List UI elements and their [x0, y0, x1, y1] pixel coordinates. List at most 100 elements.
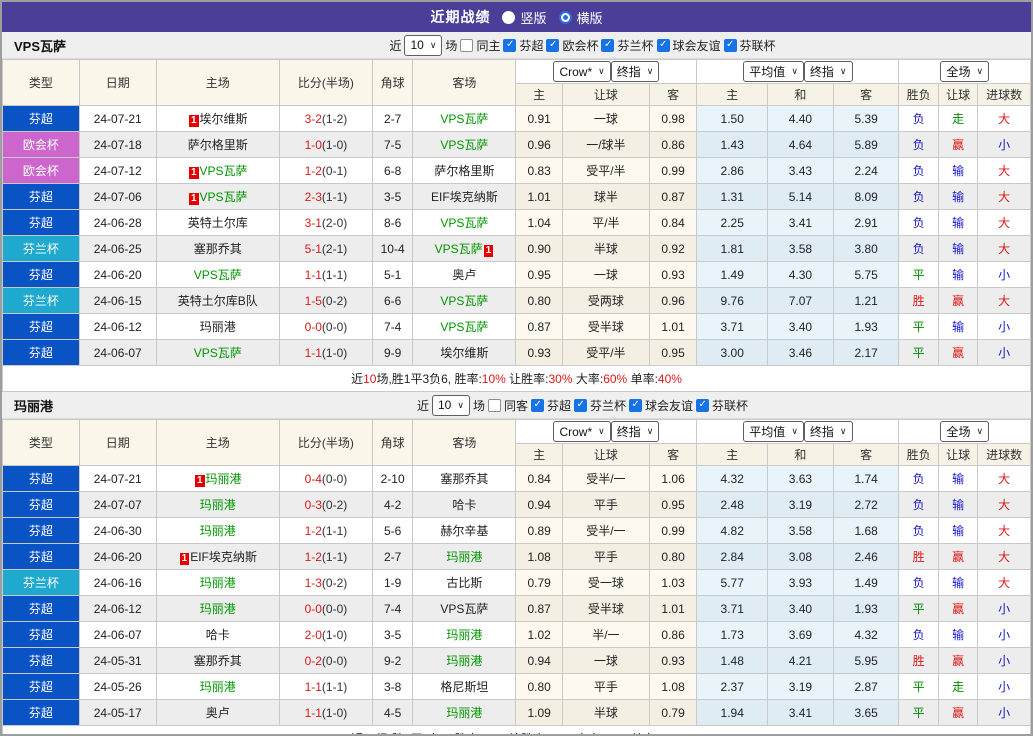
avg-home-cell: 3.71 [696, 313, 769, 340]
date-cell: 24-06-25 [78, 235, 157, 262]
chevron-down-icon: ∨ [598, 426, 605, 437]
result-handicap-cell: 输 [937, 465, 979, 492]
avg-stage-select[interactable]: 终指 ∨ [803, 61, 853, 82]
halftime-score: (0-0) [321, 653, 348, 668]
same-away-checkbox[interactable] [487, 398, 501, 412]
banner: 近期战绩 竖版 横版 [2, 2, 1031, 32]
summary-text: 场,胜1平3负6, 胜率: [376, 372, 482, 386]
avg-draw-cell: 3.41 [767, 209, 834, 236]
halftime-score: (0-0) [321, 601, 348, 616]
view-option-vertical[interactable]: 竖版 [502, 8, 547, 27]
league-cell: 芬超 [2, 183, 80, 210]
date-cell: 24-07-12 [78, 157, 157, 184]
result-handicap-cell: 赢 [937, 595, 979, 622]
avg-draw-cell: 3.19 [767, 491, 834, 518]
handicap-cell: 球半 [561, 183, 650, 210]
away-team-cell: 萨尔格里斯 [412, 157, 517, 184]
league-checkbox[interactable] [601, 38, 615, 52]
col-header-avg-home: 主 [696, 443, 769, 466]
away-team-cell: VPS瓦萨 1 [412, 235, 517, 262]
result-goals-cell: 大 [977, 465, 1031, 492]
odds-source-select[interactable]: Crow* ∨ [553, 61, 611, 83]
home-team-cell: 玛丽港 [155, 569, 280, 596]
result-handicap-cell: 走 [937, 673, 979, 700]
home-team-cell: 塞那乔其 [155, 647, 280, 674]
near-count-select[interactable]: 10 ∨ [404, 34, 443, 56]
home-team-cell: 1 VPS瓦萨 [155, 183, 280, 210]
league-checkbox[interactable] [696, 398, 710, 412]
result-handicap-cell: 输 [937, 517, 979, 544]
select-value: 终指 [616, 64, 641, 79]
select-value: 10 [410, 38, 424, 52]
avg-away-cell: 1.68 [832, 517, 900, 544]
team-name: VPS瓦萨 [199, 190, 248, 204]
avg-draw-cell: 5.14 [767, 183, 834, 210]
halftime-score: (1-1) [321, 189, 348, 204]
avg-away-cell: 2.17 [832, 339, 900, 366]
league-checkbox[interactable] [723, 38, 737, 52]
near-count-select[interactable]: 10 ∨ [431, 394, 470, 416]
odds-away-cell: 0.86 [648, 621, 698, 648]
team-name: VPS瓦萨 [440, 602, 489, 616]
chevron-down-icon: ∨ [976, 66, 984, 76]
away-team-cell: 玛丽港 [412, 647, 517, 674]
odds-stage-select[interactable]: 终指 ∨ [610, 60, 660, 82]
avg-away-cell: 5.75 [832, 261, 900, 288]
fulltime-score: 0-3 [304, 497, 322, 512]
odds-source-select[interactable]: Crow* ∨ [553, 421, 611, 443]
odds-away-cell: 1.06 [648, 465, 698, 492]
team-name: 奥卢 [452, 268, 477, 282]
league-checkbox[interactable] [503, 38, 517, 52]
result-goals-cell: 大 [977, 235, 1031, 262]
halftime-score: (0-2) [321, 293, 348, 308]
fulltime-score: 0-2 [304, 653, 322, 668]
summary-text: 大率: [572, 372, 604, 386]
odds-home-cell: 0.94 [515, 491, 563, 518]
col-header-avg-home: 主 [696, 83, 769, 106]
avg-stage-select[interactable]: 终指 ∨ [803, 421, 853, 442]
summary-text: 60% [603, 372, 628, 386]
radio-label: 横版 [576, 10, 603, 26]
away-team-cell: VPS瓦萨 [412, 105, 517, 132]
league-checkbox[interactable] [629, 398, 642, 412]
team-name: 塞那乔其 [193, 242, 242, 256]
same-home-checkbox[interactable] [460, 38, 474, 52]
league-checkbox[interactable] [530, 398, 544, 412]
same-venue-label: 同主 [476, 38, 501, 53]
result-goals-cell: 大 [977, 183, 1031, 210]
date-cell: 24-07-06 [78, 183, 157, 210]
team-name: VPS瓦萨 [193, 346, 242, 360]
view-option-horizontal[interactable]: 横版 [558, 8, 603, 27]
score-cell: 2-3(1-1) [278, 183, 373, 210]
league-cell: 芬超 [2, 647, 80, 674]
recent-results-panel: 近期战绩 竖版 横版 VPS瓦萨 近10∨场同主芬超欧会杯芬兰杯球会友谊芬联杯 … [0, 0, 1033, 736]
odds-stage-select[interactable]: 终指 ∨ [610, 420, 660, 442]
handicap-cell: 平手 [561, 543, 650, 570]
scope-select[interactable]: 全场 ∨ [940, 421, 990, 442]
halftime-score: (0-2) [321, 575, 348, 590]
score-cell: 0-0(0-0) [278, 313, 373, 340]
home-team-cell: VPS瓦萨 [155, 339, 280, 366]
avg-source-select[interactable]: 平均值 ∨ [743, 421, 804, 442]
col-header-avg-away: 客 [832, 83, 900, 106]
avg-draw-cell: 3.58 [767, 235, 834, 262]
header-select-group: Crow* ∨ 终指 ∨ [515, 59, 698, 84]
date-cell: 24-06-20 [78, 261, 157, 288]
league-checkbox[interactable] [546, 38, 560, 52]
team-name: 奥卢 [205, 706, 230, 720]
avg-draw-cell: 3.93 [767, 569, 834, 596]
col-header-type: 类型 [2, 59, 80, 106]
corner-cell: 6-8 [371, 157, 414, 184]
league-cell: 芬兰杯 [2, 287, 80, 314]
league-checkbox[interactable] [573, 398, 587, 412]
scope-select[interactable]: 全场 ∨ [940, 61, 990, 82]
avg-source-select[interactable]: 平均值 ∨ [743, 61, 804, 82]
away-team-cell: 玛丽港 [412, 621, 517, 648]
result-wdl-cell: 胜 [898, 287, 939, 314]
date-cell: 24-05-26 [78, 673, 157, 700]
league-cell: 芬超 [2, 105, 80, 132]
league-checkbox[interactable] [656, 38, 670, 52]
avg-home-cell: 1.94 [696, 699, 769, 726]
league-cell: 芬超 [2, 673, 80, 700]
avg-draw-cell: 4.40 [767, 105, 834, 132]
